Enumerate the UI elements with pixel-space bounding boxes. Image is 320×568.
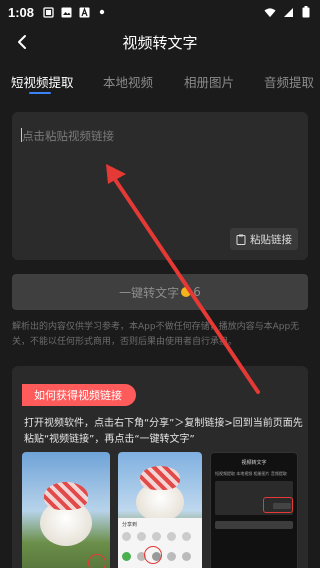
link-input-box[interactable]: 点击粘贴视频链接 粘贴链接 <box>12 112 308 260</box>
status-bar: 1:08 <box>0 0 320 24</box>
back-chevron-icon <box>18 35 26 49</box>
highlight-circle <box>144 546 162 564</box>
signal-icon <box>282 6 294 18</box>
convert-label: 一键转文字 <box>119 285 180 300</box>
convert-cost: 6 <box>193 285 201 299</box>
highlight-circle <box>88 554 106 568</box>
photo-icon <box>60 6 72 18</box>
link-input-placeholder: 点击粘贴视频链接 <box>22 129 114 143</box>
coin-icon <box>181 287 192 297</box>
share-row-1 <box>122 532 191 541</box>
highlight-box <box>263 497 293 513</box>
tab-audio-extract[interactable]: 音频提取 <box>264 72 314 91</box>
mini-title: 视频转文字 <box>241 460 267 466</box>
mini-tabs: 短视频提取 本地视频 相册图片 音频提取 <box>215 471 287 476</box>
paste-link-label: 粘贴链接 <box>250 233 292 246</box>
mini-convert-button <box>215 521 293 529</box>
clipboard-icon <box>236 234 246 245</box>
dot-icon <box>96 6 108 18</box>
status-icons-right <box>264 6 312 18</box>
convert-button[interactable]: 一键转文字 6 <box>12 274 308 310</box>
hat-image <box>44 482 88 510</box>
status-time: 1:08 <box>8 4 35 20</box>
share-sheet: 分享到 <box>118 518 202 568</box>
hat-image <box>140 466 180 490</box>
page-title: 视频转文字 <box>122 33 198 52</box>
back-button[interactable] <box>10 30 34 54</box>
notification-icon <box>42 6 54 18</box>
wifi-icon <box>264 6 276 18</box>
paste-link-button[interactable]: 粘贴链接 <box>230 228 298 250</box>
font-icon <box>78 6 90 18</box>
guide-instructions: 打开视频软件，点击右下角“分享”＞复制链接>回到当前页面先粘贴“视频链接”，再点… <box>24 418 303 445</box>
guide-screenshot-1 <box>22 452 110 568</box>
guide-badge: 如何获得视频链接 <box>22 384 136 406</box>
guide-card: 如何获得视频链接 打开视频软件，点击右下角“分享”＞复制链接>回到当前页面先粘贴… <box>12 366 308 568</box>
nav-bar: 视频转文字 <box>0 24 320 60</box>
guide-screenshot-2: 分享到 <box>118 452 202 568</box>
active-tab-indicator <box>29 92 51 94</box>
tab-local-video[interactable]: 本地视频 <box>103 72 153 91</box>
status-icons-left <box>42 6 108 18</box>
guide-screenshot-3: 视频转文字 短视频提取 本地视频 相册图片 音频提取 <box>210 452 298 568</box>
disclaimer-text: 解析出的内容仅供学习参考，本App不做任何存储，播放内容与本App无关，不能以任… <box>12 322 300 347</box>
battery-icon <box>300 6 312 18</box>
tab-album-images[interactable]: 相册图片 <box>184 72 234 91</box>
share-sheet-title: 分享到 <box>122 522 138 528</box>
tab-short-video[interactable]: 短视频提取 <box>11 72 74 91</box>
